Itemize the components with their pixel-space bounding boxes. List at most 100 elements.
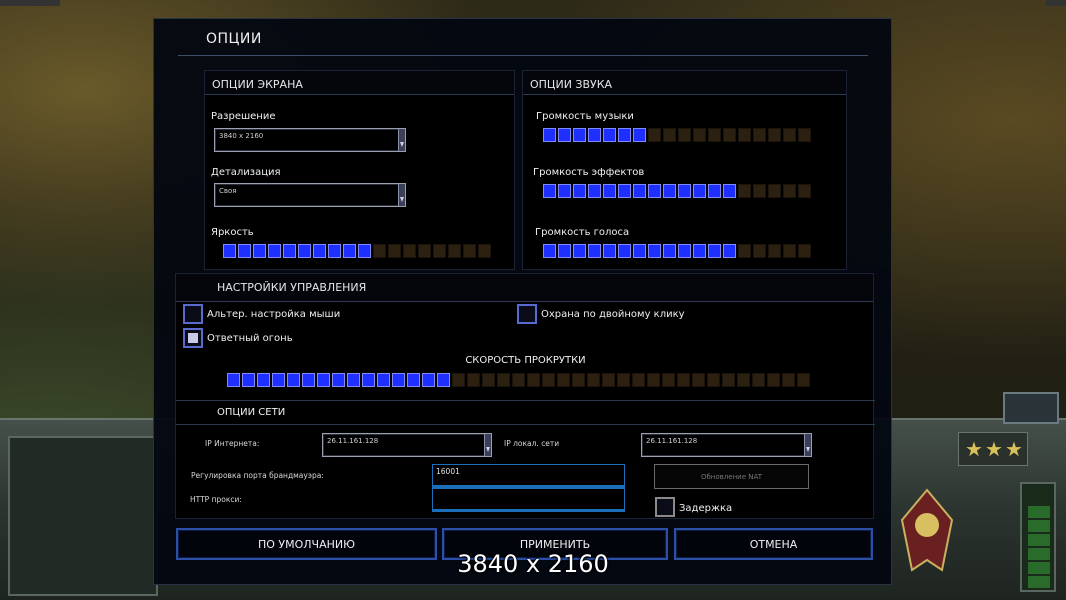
slider-segment[interactable]: [573, 128, 586, 142]
slider-segment[interactable]: [422, 373, 435, 387]
slider-segment[interactable]: [782, 373, 795, 387]
slider-segment[interactable]: [557, 373, 570, 387]
slider-segment[interactable]: [663, 184, 676, 198]
slider-segment[interactable]: [362, 373, 375, 387]
slider-segment[interactable]: [768, 128, 781, 142]
resolution-dropdown[interactable]: 3840 x 2160: [214, 128, 406, 152]
slider-segment[interactable]: [543, 128, 556, 142]
slider-segment[interactable]: [377, 373, 390, 387]
slider-segment[interactable]: [328, 244, 341, 258]
slider-segment[interactable]: [633, 128, 646, 142]
slider-segment[interactable]: [497, 373, 510, 387]
slider-segment[interactable]: [358, 244, 371, 258]
slider-segment[interactable]: [242, 373, 255, 387]
slider-segment[interactable]: [542, 373, 555, 387]
slider-segment[interactable]: [648, 184, 661, 198]
slider-segment[interactable]: [618, 244, 631, 258]
slider-segment[interactable]: [587, 373, 600, 387]
slider-segment[interactable]: [573, 244, 586, 258]
slider-segment[interactable]: [418, 244, 431, 258]
slider-segment[interactable]: [678, 128, 691, 142]
slider-segment[interactable]: [512, 373, 525, 387]
slider-segment[interactable]: [798, 244, 811, 258]
slider-segment[interactable]: [287, 373, 300, 387]
slider-segment[interactable]: [632, 373, 645, 387]
delay-checkbox[interactable]: [655, 497, 675, 517]
slider-segment[interactable]: [708, 244, 721, 258]
slider-segment[interactable]: [678, 184, 691, 198]
slider-segment[interactable]: [478, 244, 491, 258]
slider-segment[interactable]: [343, 244, 356, 258]
slider-segment[interactable]: [558, 244, 571, 258]
slider-segment[interactable]: [272, 373, 285, 387]
slider-segment[interactable]: [588, 244, 601, 258]
slider-segment[interactable]: [707, 373, 720, 387]
slider-segment[interactable]: [467, 373, 480, 387]
slider-segment[interactable]: [298, 244, 311, 258]
slider-segment[interactable]: [798, 128, 811, 142]
slider-segment[interactable]: [753, 128, 766, 142]
slider-segment[interactable]: [693, 244, 706, 258]
slider-segment[interactable]: [663, 128, 676, 142]
slider-segment[interactable]: [463, 244, 476, 258]
slider-segment[interactable]: [257, 373, 270, 387]
slider-segment[interactable]: [768, 184, 781, 198]
slider-segment[interactable]: [317, 373, 330, 387]
slider-segment[interactable]: [797, 373, 810, 387]
slider-segment[interactable]: [388, 244, 401, 258]
slider-segment[interactable]: [603, 244, 616, 258]
slider-segment[interactable]: [708, 128, 721, 142]
slider-segment[interactable]: [738, 244, 751, 258]
slider-segment[interactable]: [332, 373, 345, 387]
slider-segment[interactable]: [313, 244, 326, 258]
voice-volume-slider[interactable]: [543, 244, 813, 258]
chevron-down-icon[interactable]: [804, 434, 811, 456]
slider-segment[interactable]: [238, 244, 251, 258]
slider-segment[interactable]: [602, 373, 615, 387]
slider-segment[interactable]: [437, 373, 450, 387]
slider-segment[interactable]: [603, 184, 616, 198]
slider-segment[interactable]: [347, 373, 360, 387]
slider-segment[interactable]: [588, 128, 601, 142]
slider-segment[interactable]: [738, 184, 751, 198]
slider-segment[interactable]: [373, 244, 386, 258]
slider-segment[interactable]: [648, 128, 661, 142]
slider-segment[interactable]: [738, 128, 751, 142]
slider-segment[interactable]: [708, 184, 721, 198]
http-proxy-input[interactable]: [432, 488, 625, 512]
local-ip-dropdown[interactable]: 26.11.161.128: [641, 433, 812, 457]
slider-segment[interactable]: [588, 184, 601, 198]
slider-segment[interactable]: [662, 373, 675, 387]
firewall-port-input[interactable]: 16001: [432, 464, 625, 488]
slider-segment[interactable]: [283, 244, 296, 258]
slider-segment[interactable]: [527, 373, 540, 387]
slider-segment[interactable]: [618, 128, 631, 142]
slider-segment[interactable]: [268, 244, 281, 258]
slider-segment[interactable]: [392, 373, 405, 387]
slider-segment[interactable]: [677, 373, 690, 387]
slider-segment[interactable]: [633, 184, 646, 198]
alt-mouse-checkbox[interactable]: [183, 304, 203, 324]
slider-segment[interactable]: [543, 184, 556, 198]
slider-segment[interactable]: [448, 244, 461, 258]
slider-segment[interactable]: [253, 244, 266, 258]
internet-ip-dropdown[interactable]: 26.11.161.128: [322, 433, 492, 457]
slider-segment[interactable]: [633, 244, 646, 258]
effects-volume-slider[interactable]: [543, 184, 813, 198]
slider-segment[interactable]: [752, 373, 765, 387]
detail-dropdown[interactable]: Своя: [214, 183, 406, 207]
chevron-down-icon[interactable]: [398, 184, 405, 206]
slider-segment[interactable]: [433, 244, 446, 258]
slider-segment[interactable]: [482, 373, 495, 387]
slider-segment[interactable]: [647, 373, 660, 387]
brightness-slider[interactable]: [223, 244, 493, 258]
scroll-speed-slider[interactable]: [227, 373, 812, 387]
slider-segment[interactable]: [648, 244, 661, 258]
slider-segment[interactable]: [558, 184, 571, 198]
update-nat-button[interactable]: Обновление NAT: [654, 464, 809, 489]
guard-double-click-checkbox[interactable]: [517, 304, 537, 324]
slider-segment[interactable]: [618, 184, 631, 198]
slider-segment[interactable]: [543, 244, 556, 258]
slider-segment[interactable]: [692, 373, 705, 387]
slider-segment[interactable]: [767, 373, 780, 387]
